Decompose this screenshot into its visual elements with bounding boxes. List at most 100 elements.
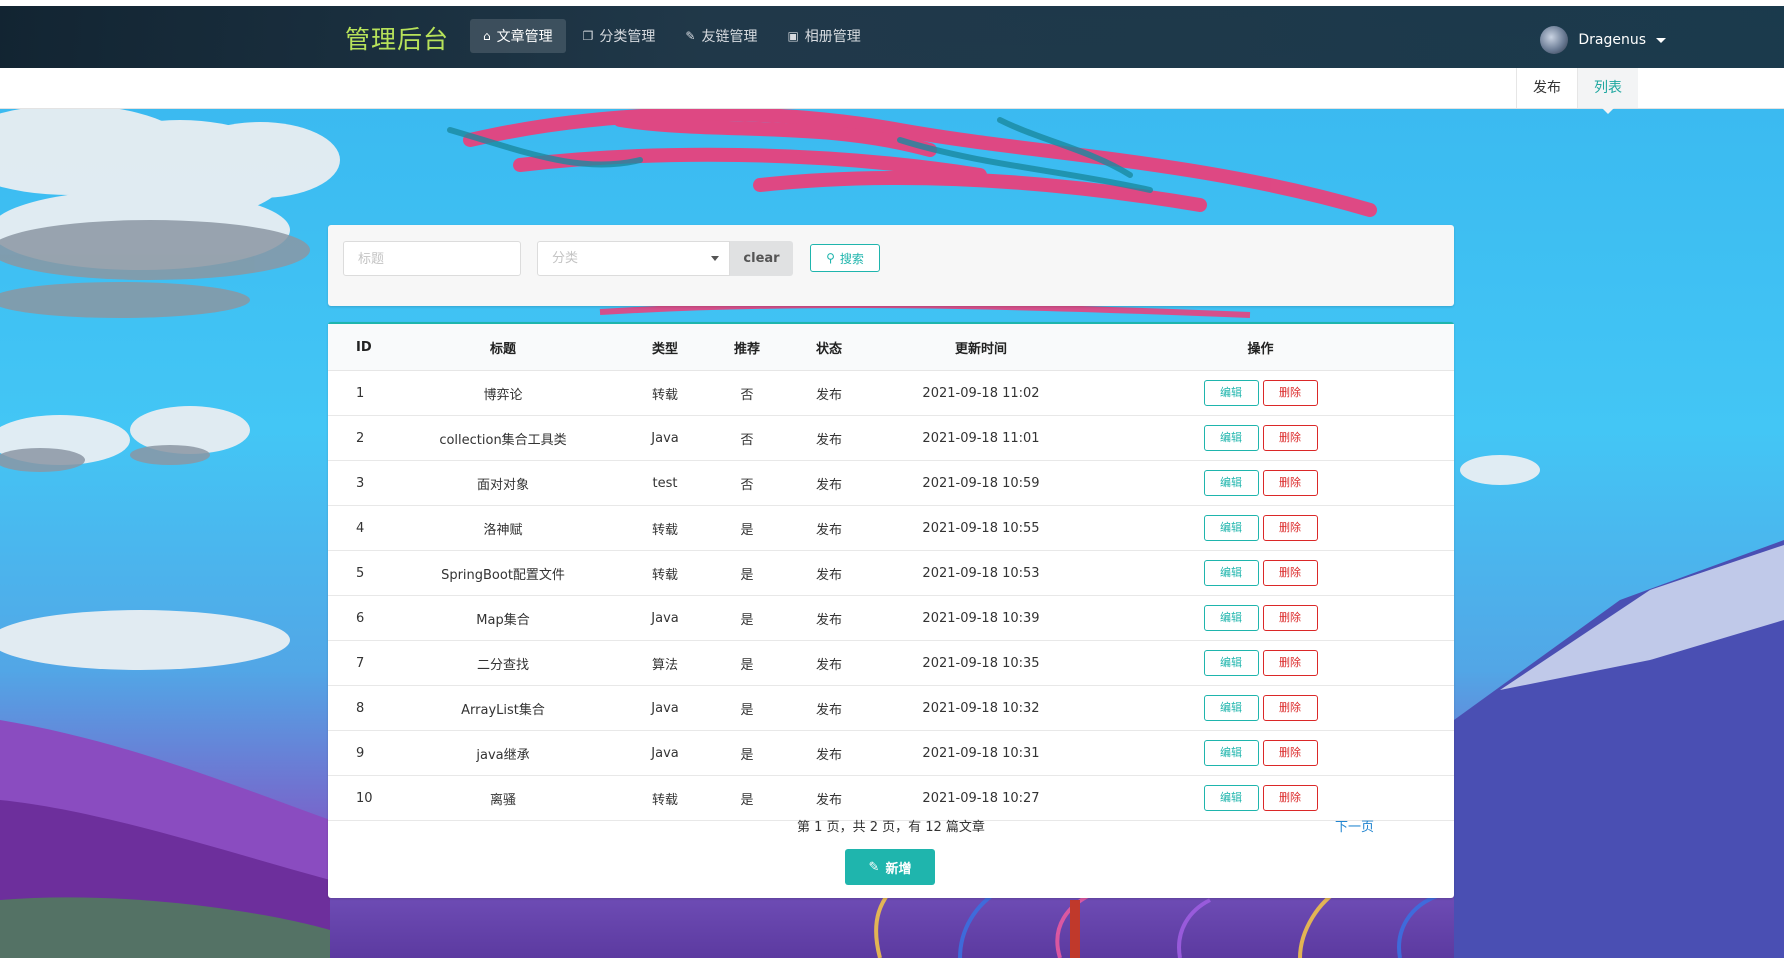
table-row: 7 二分查找 算法是发布 2021-09-18 10:35 编辑 删除 [328,640,1454,686]
delete-button[interactable]: 删除 [1262,380,1318,406]
header-actions: 操作 [1067,324,1454,371]
cell-updated: 2021-09-18 10:32 [895,685,1067,731]
cell-updated: 2021-09-18 11:01 [895,415,1067,461]
edit-button[interactable]: 编辑 [1203,380,1259,406]
top-strip [0,0,1784,6]
cell-recommend: 是 [731,730,763,776]
search-icon: ⚲ [826,251,835,265]
edit-button[interactable]: 编辑 [1203,605,1259,631]
user-name: Dragenus [1578,32,1646,48]
header-recommend: 推荐 [731,324,763,371]
caret-down-icon [1656,37,1666,43]
table-row: 9 java继承 Java 是发布 2021-09-18 10:31 编辑 删除 [328,730,1454,776]
cell-recommend: 是 [731,550,763,596]
cell-status: 发布 [763,505,895,551]
category-select[interactable]: 分类 [537,241,730,276]
tab-publish[interactable]: 发布 [1516,68,1577,108]
table-row: 2 collection集合工具类 Java 否发布 2021-09-18 11:01 编… [328,415,1454,461]
top-navbar: 管理后台 ⌂ 文章管理 ❐ 分类管理 ✎ 友链管理 ▣ 相册管理 Dragenu… [0,6,1784,68]
cell-type: Java [599,595,731,641]
title-search-input[interactable] [343,241,521,276]
menu-item-label: 分类管理 [599,29,656,45]
cell-id: 7 [328,640,407,686]
menu-item-label: 文章管理 [496,29,553,45]
header-type: 类型 [599,324,731,371]
cell-type: 转载 [599,505,731,551]
menu-item-categories[interactable]: ❐ 分类管理 [570,19,669,53]
table-row: 4 洛神赋 转载是发布 2021-09-18 10:55 编辑 删除 [328,505,1454,551]
cell-actions: 编辑 删除 [1067,415,1454,461]
search-button-label: 搜索 [839,251,864,266]
edit-button[interactable]: 编辑 [1203,650,1259,676]
category-select-placeholder: 分类 [552,251,579,266]
edit-button[interactable]: 编辑 [1203,695,1259,721]
edit-button[interactable]: 编辑 [1203,515,1259,541]
brand-title[interactable]: 管理后台 [345,20,449,56]
edit-button[interactable]: 编辑 [1203,740,1259,766]
delete-button[interactable]: 删除 [1262,605,1318,631]
cell-actions: 编辑 删除 [1067,730,1454,776]
cell-title: ArrayList集合 [407,685,599,731]
cell-updated: 2021-09-18 10:39 [895,595,1067,641]
dropdown-arrow-icon [711,256,719,261]
cell-status: 发布 [763,460,895,506]
cell-recommend: 否 [731,370,763,416]
cell-status: 发布 [763,685,895,731]
cell-id: 4 [328,505,407,551]
cell-recommend: 否 [731,460,763,506]
cell-status: 发布 [763,370,895,416]
edit-button[interactable]: 编辑 [1203,470,1259,496]
cell-type: 转载 [599,550,731,596]
delete-button[interactable]: 删除 [1262,695,1318,721]
cell-title: 洛神赋 [407,505,599,551]
menu-item-articles[interactable]: ⌂ 文章管理 [470,19,566,53]
cell-id: 5 [328,550,407,596]
cell-actions: 编辑 删除 [1067,595,1454,641]
cell-actions: 编辑 删除 [1067,505,1454,551]
search-panel: 分类 clear ⚲ 搜索 [328,225,1454,306]
delete-button[interactable]: 删除 [1262,560,1318,586]
header-status: 状态 [763,324,895,371]
menu-item-albums[interactable]: ▣ 相册管理 [774,19,873,53]
menu-item-links[interactable]: ✎ 友链管理 [672,19,770,53]
article-table: ID 标题 类型 推荐 状态 更新时间 操作 1 博弈论 转载否发布 2021-09-… [328,324,1454,821]
cell-updated: 2021-09-18 10:55 [895,505,1067,551]
avatar [1540,26,1569,54]
cell-type: 转载 [599,370,731,416]
clear-button[interactable]: clear [730,241,793,276]
table-header-row: ID 标题 类型 推荐 状态 更新时间 操作 [328,324,1454,371]
cell-id: 2 [328,415,407,461]
home-icon: ⌂ [483,29,491,43]
cell-recommend: 是 [731,595,763,641]
cell-actions: 编辑 删除 [1067,640,1454,686]
cell-type: Java [599,730,731,776]
cell-status: 发布 [763,730,895,776]
cell-recommend: 是 [731,505,763,551]
next-page-link[interactable]: 下一页 [1335,816,1374,835]
cell-updated: 2021-09-18 11:02 [895,370,1067,416]
delete-button[interactable]: 删除 [1262,740,1318,766]
delete-button[interactable]: 删除 [1262,425,1318,451]
menu-item-label: 相册管理 [804,29,861,45]
add-article-button[interactable]: ✎ 新增 [845,849,935,885]
delete-button[interactable]: 删除 [1262,650,1318,676]
search-button[interactable]: ⚲ 搜索 [810,244,880,272]
pagination-bar: 第 1 页，共 2 页，有 12 篇文章 下一页 [328,804,1454,846]
cell-title: java继承 [407,730,599,776]
cell-title: Map集合 [407,595,599,641]
header-id: ID [328,324,407,371]
delete-button[interactable]: 删除 [1262,470,1318,496]
tab-list[interactable]: 列表 [1577,68,1638,114]
edit-button[interactable]: 编辑 [1203,425,1259,451]
cell-status: 发布 [763,415,895,461]
cell-id: 6 [328,595,407,641]
user-menu[interactable]: Dragenus [1540,26,1666,54]
table-row: 6 Map集合 Java 是发布 2021-09-18 10:39 编辑 删除 [328,595,1454,641]
cell-type: Java [599,685,731,731]
cell-recommend: 是 [731,640,763,686]
edit-button[interactable]: 编辑 [1203,560,1259,586]
cell-title: SpringBoot配置文件 [407,550,599,596]
delete-button[interactable]: 删除 [1262,515,1318,541]
table-row: 8 ArrayList集合 Java 是发布 2021-09-18 10:32 编辑 删除 [328,685,1454,731]
copy-icon: ❐ [582,29,594,43]
